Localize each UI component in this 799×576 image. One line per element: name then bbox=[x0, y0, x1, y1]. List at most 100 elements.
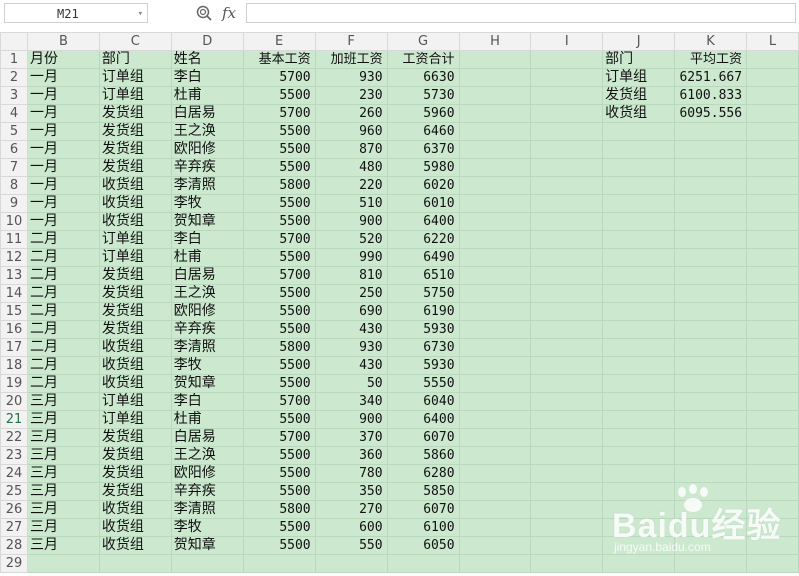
cell[interactable]: 欧阳修 bbox=[170, 302, 244, 321]
cell[interactable]: 5860 bbox=[386, 446, 460, 465]
cell[interactable]: 5930 bbox=[386, 320, 460, 339]
cell[interactable] bbox=[458, 122, 532, 141]
row-header[interactable]: 2 bbox=[0, 68, 28, 87]
cell[interactable]: 50 bbox=[314, 374, 388, 393]
cell[interactable]: 收货组 bbox=[98, 518, 172, 537]
row-header[interactable]: 19 bbox=[0, 374, 28, 393]
cell[interactable]: 一月 bbox=[26, 194, 100, 213]
cell[interactable]: 三月 bbox=[26, 536, 100, 555]
cell[interactable]: 5500 bbox=[242, 248, 316, 267]
cell[interactable]: 6100.833 bbox=[674, 86, 748, 105]
cell[interactable]: 贺知章 bbox=[170, 536, 244, 555]
cell[interactable] bbox=[602, 248, 676, 267]
cell[interactable] bbox=[530, 392, 604, 411]
cell[interactable]: 5700 bbox=[242, 428, 316, 447]
cell[interactable] bbox=[602, 464, 676, 483]
cell[interactable]: 5500 bbox=[242, 212, 316, 231]
cell[interactable] bbox=[530, 104, 604, 123]
cell[interactable]: 月份 bbox=[26, 50, 100, 69]
row-header[interactable]: 16 bbox=[0, 320, 28, 339]
cell[interactable]: 三月 bbox=[26, 464, 100, 483]
cell[interactable] bbox=[746, 392, 799, 411]
cell[interactable]: 520 bbox=[314, 230, 388, 249]
cell[interactable]: 欧阳修 bbox=[170, 464, 244, 483]
cell[interactable]: 6220 bbox=[386, 230, 460, 249]
cell[interactable]: 李清照 bbox=[170, 500, 244, 519]
cell[interactable] bbox=[746, 50, 799, 69]
cell[interactable] bbox=[746, 248, 799, 267]
cell[interactable]: 李牧 bbox=[170, 194, 244, 213]
cell[interactable]: 李白 bbox=[170, 392, 244, 411]
cell[interactable] bbox=[602, 392, 676, 411]
cell[interactable] bbox=[530, 338, 604, 357]
cell[interactable]: 三月 bbox=[26, 410, 100, 429]
row-header[interactable]: 28 bbox=[0, 536, 28, 555]
cell[interactable] bbox=[602, 374, 676, 393]
row-header[interactable]: 23 bbox=[0, 446, 28, 465]
cell[interactable] bbox=[458, 536, 532, 555]
cell[interactable]: 6370 bbox=[386, 140, 460, 159]
column-header[interactable]: I bbox=[530, 32, 604, 51]
cell[interactable] bbox=[458, 446, 532, 465]
cell[interactable] bbox=[746, 464, 799, 483]
cell[interactable]: 发货组 bbox=[98, 482, 172, 501]
cell[interactable]: 发货组 bbox=[98, 446, 172, 465]
row-header[interactable]: 9 bbox=[0, 194, 28, 213]
cell[interactable]: 5500 bbox=[242, 410, 316, 429]
cell[interactable] bbox=[530, 158, 604, 177]
cell[interactable]: 5500 bbox=[242, 482, 316, 501]
cell[interactable] bbox=[458, 104, 532, 123]
cell[interactable]: 5500 bbox=[242, 158, 316, 177]
cell[interactable]: 白居易 bbox=[170, 266, 244, 285]
cell[interactable]: 5500 bbox=[242, 518, 316, 537]
cell[interactable] bbox=[746, 122, 799, 141]
cell[interactable]: 900 bbox=[314, 410, 388, 429]
cell[interactable]: 6190 bbox=[386, 302, 460, 321]
cell[interactable] bbox=[530, 536, 604, 555]
cell[interactable] bbox=[530, 284, 604, 303]
row-header[interactable]: 15 bbox=[0, 302, 28, 321]
cell[interactable] bbox=[530, 266, 604, 285]
cell[interactable]: 6070 bbox=[386, 500, 460, 519]
cell[interactable]: 5700 bbox=[242, 230, 316, 249]
column-header[interactable]: L bbox=[746, 32, 799, 51]
cell[interactable]: 6040 bbox=[386, 392, 460, 411]
cell[interactable]: 发货组 bbox=[98, 158, 172, 177]
cell[interactable] bbox=[674, 302, 748, 321]
cell[interactable] bbox=[746, 338, 799, 357]
cell[interactable]: 辛弃疾 bbox=[170, 320, 244, 339]
cell[interactable]: 6095.556 bbox=[674, 104, 748, 123]
cell[interactable] bbox=[674, 410, 748, 429]
cell[interactable]: 6100 bbox=[386, 518, 460, 537]
cell[interactable] bbox=[458, 374, 532, 393]
cell[interactable]: 基本工资 bbox=[242, 50, 316, 69]
cell[interactable]: 930 bbox=[314, 338, 388, 357]
column-header[interactable]: F bbox=[314, 32, 388, 51]
row-header[interactable]: 17 bbox=[0, 338, 28, 357]
cell[interactable]: 5750 bbox=[386, 284, 460, 303]
cell[interactable]: 杜甫 bbox=[170, 248, 244, 267]
cell[interactable]: 5730 bbox=[386, 86, 460, 105]
row-header[interactable]: 13 bbox=[0, 266, 28, 285]
cell[interactable] bbox=[170, 554, 244, 573]
cell[interactable] bbox=[746, 230, 799, 249]
cell[interactable] bbox=[674, 212, 748, 231]
row-header[interactable]: 20 bbox=[0, 392, 28, 411]
chevron-down-icon[interactable]: ▾ bbox=[138, 4, 143, 24]
cell[interactable]: 480 bbox=[314, 158, 388, 177]
cell[interactable] bbox=[602, 266, 676, 285]
row-header[interactable]: 11 bbox=[0, 230, 28, 249]
cell[interactable]: 二月 bbox=[26, 320, 100, 339]
cell[interactable]: 6400 bbox=[386, 212, 460, 231]
cell[interactable] bbox=[530, 428, 604, 447]
cell[interactable]: 5500 bbox=[242, 356, 316, 375]
row-header[interactable]: 27 bbox=[0, 518, 28, 537]
cell[interactable]: 6020 bbox=[386, 176, 460, 195]
cell[interactable]: 发货组 bbox=[602, 86, 676, 105]
column-header[interactable]: G bbox=[386, 32, 460, 51]
cell[interactable]: 5500 bbox=[242, 320, 316, 339]
formula-input[interactable] bbox=[246, 3, 796, 23]
cell[interactable] bbox=[26, 554, 100, 573]
cell[interactable]: 550 bbox=[314, 536, 388, 555]
row-header[interactable]: 7 bbox=[0, 158, 28, 177]
